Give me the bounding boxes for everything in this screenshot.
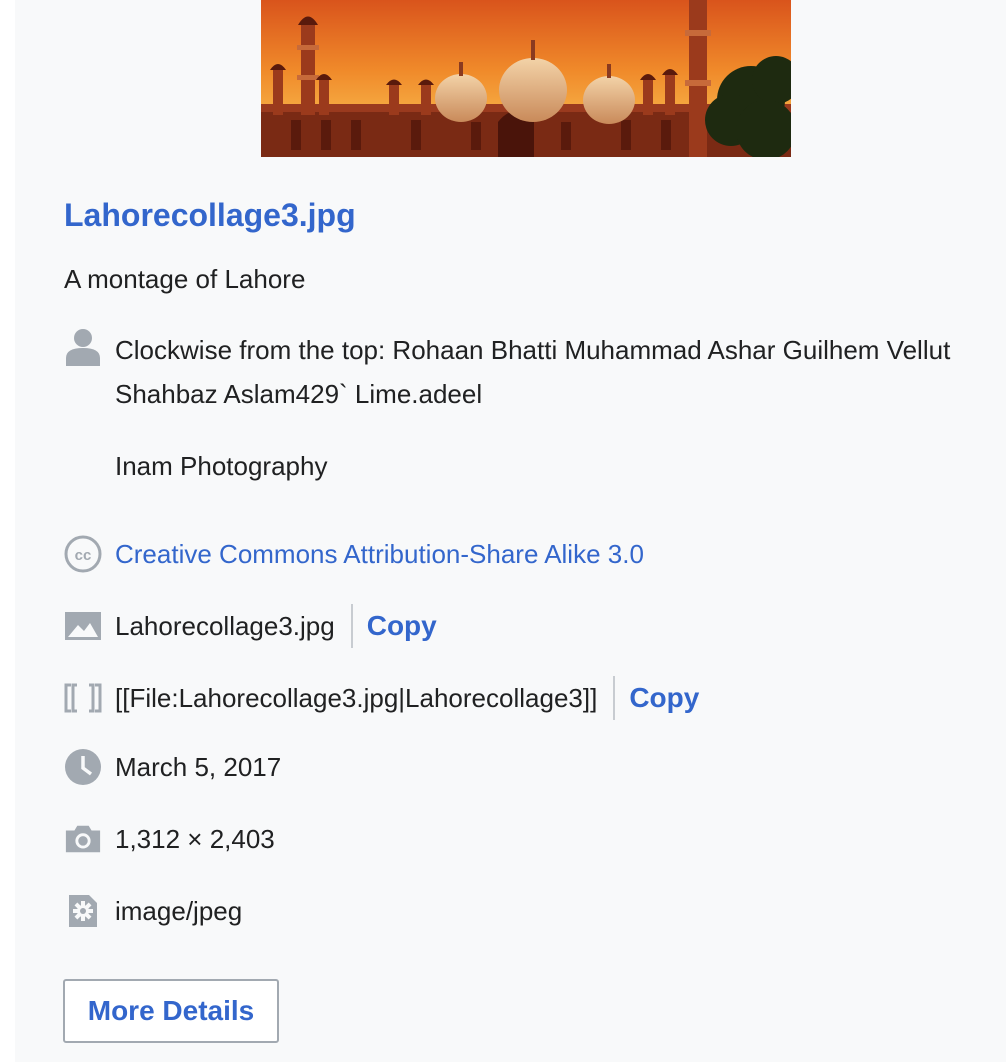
dimensions-text: 1,312 × 2,403 — [115, 824, 275, 854]
author-extra: Inam Photography — [115, 451, 328, 481]
image-icon — [64, 607, 102, 645]
wikitext-row: [[File:Lahorecollage3.jpg|Lahorecollage3… — [64, 676, 699, 720]
wikitext-brackets-icon — [64, 679, 102, 717]
license-link[interactable]: Creative Commons Attribution-Share Alike… — [115, 537, 644, 571]
creative-commons-icon: cc — [64, 535, 102, 573]
copy-wikitext-button[interactable]: Copy — [629, 682, 699, 714]
wikitext-code: [[File:Lahorecollage3.jpg|Lahorecollage3… — [115, 683, 598, 713]
mime-row: image/jpeg — [64, 892, 242, 930]
divider — [350, 604, 353, 648]
clock-icon — [64, 748, 102, 786]
author-info: Clockwise from the top: Rohaan Bhatti Mu… — [115, 328, 955, 488]
date-text: March 5, 2017 — [115, 752, 282, 782]
mime-text: image/jpeg — [115, 896, 243, 926]
file-description: A montage of Lahore — [64, 264, 306, 294]
settings-icon — [64, 892, 102, 930]
author-row: Clockwise from the top: Rohaan Bhatti Mu… — [64, 328, 955, 488]
file-thumbnail[interactable] — [261, 0, 791, 157]
more-details-button[interactable]: More Details — [63, 979, 279, 1043]
license-row: cc Creative Commons Attribution-Share Al… — [64, 535, 644, 573]
copy-filename-button[interactable]: Copy — [367, 610, 437, 642]
filename-text: Lahorecollage3.jpg — [115, 611, 335, 641]
author-names: Clockwise from the top: Rohaan Bhatti Mu… — [115, 335, 951, 409]
user-icon — [64, 328, 102, 366]
camera-icon — [64, 820, 102, 858]
divider — [613, 676, 616, 720]
date-row: March 5, 2017 — [64, 748, 281, 786]
svg-text:cc: cc — [75, 547, 92, 564]
filename-row: Lahorecollage3.jpg Copy — [64, 604, 437, 648]
dimensions-row: 1,312 × 2,403 — [64, 820, 275, 858]
file-title-link[interactable]: Lahorecollage3.jpg — [64, 194, 356, 236]
